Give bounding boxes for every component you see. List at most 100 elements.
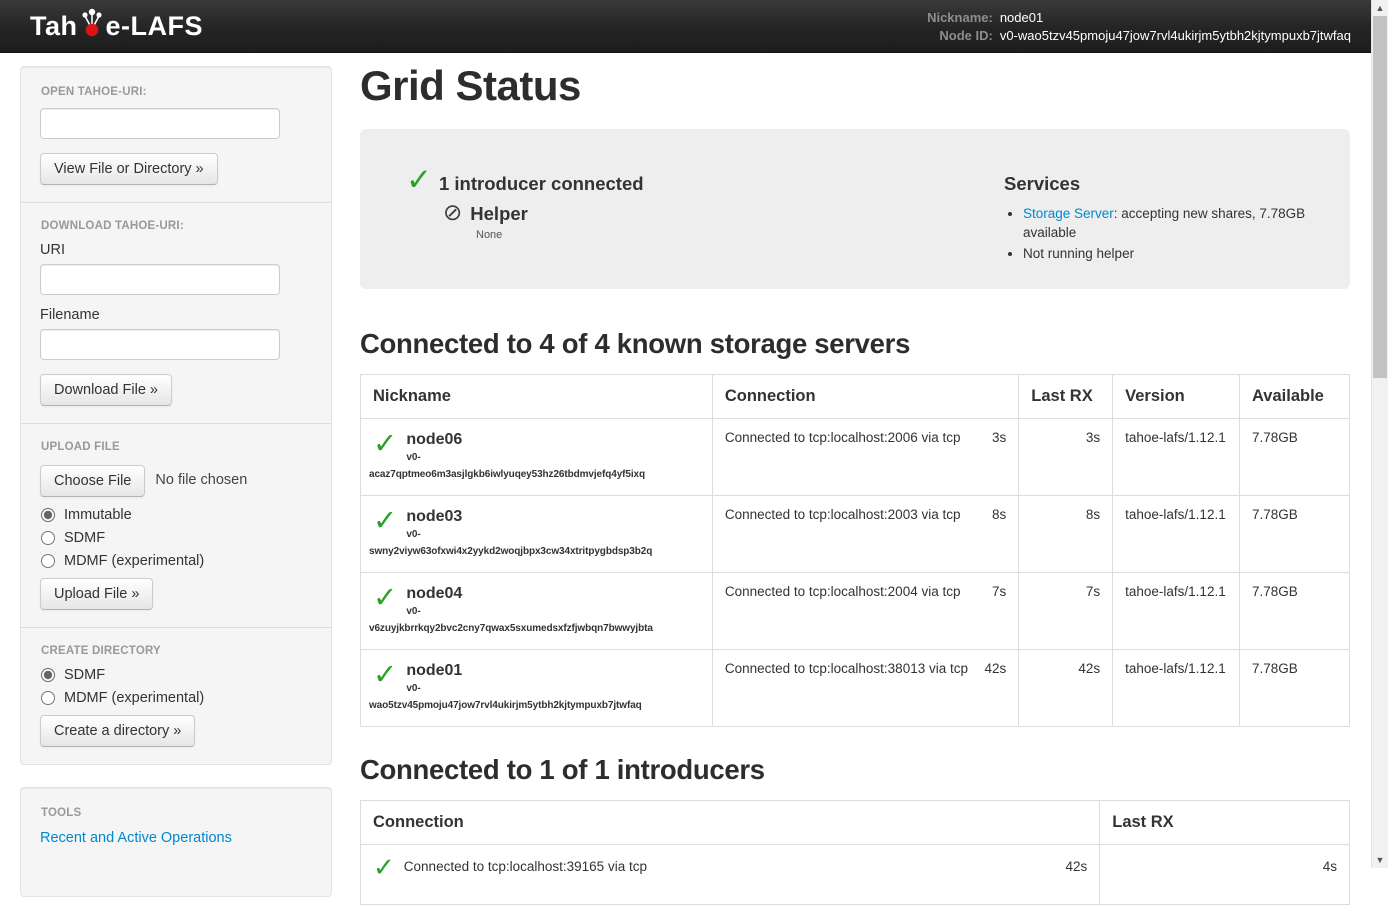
storage-server-link[interactable]: Storage Server (1023, 206, 1114, 221)
introducers-table: Connection Last RX ✓ 42s Connected to tc… (360, 800, 1350, 905)
immutable-radio-label: Immutable (64, 507, 132, 523)
dir-format-option-sdmf[interactable]: SDMF (41, 667, 312, 683)
open-tahoe-uri-label: OPEN TAHOE-URI: (41, 86, 312, 98)
scrollbar-down-arrow[interactable]: ▼ (1372, 855, 1388, 865)
introducer-status-text: 1 introducer connected (439, 173, 644, 195)
server-nickname: node06 (373, 430, 700, 449)
connection-text: Connected to tcp:localhost:39165 via tcp (404, 856, 647, 874)
last-rx-cell: 42s (1019, 650, 1113, 727)
page-title: Grid Status (360, 62, 1350, 110)
connection-text: Connected to tcp:localhost:2003 via tcp (725, 507, 961, 522)
immutable-radio[interactable] (41, 508, 55, 522)
connected-check-icon: ✓ (373, 856, 395, 880)
connection-cell: 8sConnected to tcp:localhost:2003 via tc… (712, 496, 1018, 573)
no-file-chosen-text: No file chosen (155, 472, 247, 488)
scrollbar-up-arrow[interactable]: ▲ (1372, 3, 1388, 13)
sidebar-forms-panel: OPEN TAHOE-URI: View File or Directory »… (20, 66, 332, 765)
col-header-available: Available (1240, 375, 1350, 419)
vertical-scrollbar[interactable]: ▲ ▼ (1371, 0, 1388, 868)
server-id-key: acaz7qptmeo6m3asjlgkb6iwlyuqey53hz26tbdm… (369, 469, 700, 480)
node-id-label: Node ID: (927, 27, 993, 44)
connection-time: 3s (992, 430, 1006, 445)
upload-format-option-sdmf[interactable]: SDMF (41, 530, 312, 546)
server-id-prefix: v0- (373, 529, 700, 540)
col-header-connection: Connection (361, 801, 1100, 845)
tools-panel: TOOLS Recent and Active Operations (20, 787, 332, 897)
server-id-key: v6zuyjkbrrkqy2bvc2cny7qwax5sxumedsxfzfjw… (369, 623, 700, 634)
services-section: Services Storage Server: accepting new s… (1004, 169, 1334, 289)
server-id-prefix: v0- (373, 683, 700, 694)
available-cell: 7.78GB (1240, 496, 1350, 573)
helper-value: None (476, 229, 1004, 241)
server-id-key: swny2viyw63ofxwi4x2yykd2woqjbpx3cw34xtri… (369, 546, 700, 557)
nickname-value: node01 (1000, 9, 1351, 26)
nickname-cell: ✓ node06 v0- acaz7qptmeo6m3asjlgkb6iwlyu… (361, 419, 713, 496)
helper-label: Helper (470, 203, 528, 225)
nickname-cell: ✓ node04 v0- v6zuyjkbrrkqy2bvc2cny7qwax5… (361, 573, 713, 650)
connection-cell: 3s Connected to tcp:localhost:2006 via tc… (712, 419, 1018, 496)
view-file-or-directory-button[interactable]: View File or Directory » (40, 153, 218, 185)
available-cell: 7.78GB (1240, 573, 1350, 650)
tahoe-lafs-logo[interactable]: Tah e-LAFS (30, 11, 203, 42)
sidebar: OPEN TAHOE-URI: View File or Directory »… (20, 66, 332, 897)
services-title: Services (1004, 173, 1334, 195)
connection-text: Connected to tcp:localhost:38013 via tcp (725, 661, 968, 676)
create-directory-button[interactable]: Create a directory » (40, 715, 195, 747)
upload-format-option-mdmf[interactable]: MDMF (experimental) (41, 553, 312, 569)
upload-file-button[interactable]: Upload File » (40, 578, 153, 610)
available-cell: 7.78GB (1240, 650, 1350, 727)
connection-time: 42s (984, 661, 1006, 676)
storage-servers-heading: Connected to 4 of 4 known storage server… (360, 328, 1350, 360)
col-header-version: Version (1113, 375, 1240, 419)
col-header-nickname: Nickname (361, 375, 713, 419)
connection-text: Connected to tcp:localhost:2006 via tcp (725, 430, 961, 445)
available-cell: 7.78GB (1240, 419, 1350, 496)
helper-status-row: ⊘ Helper (443, 202, 1004, 225)
upload-sdmf-radio-label: SDMF (64, 530, 105, 546)
filename-field-label: Filename (40, 307, 312, 323)
choose-file-button[interactable]: Choose File (40, 465, 145, 497)
dir-sdmf-radio[interactable] (41, 668, 55, 682)
storage-server-service-item: Storage Server: accepting new shares, 7.… (1023, 204, 1334, 242)
upload-sdmf-radio[interactable] (41, 531, 55, 545)
download-filename-input[interactable] (40, 329, 280, 360)
dir-format-option-mdmf[interactable]: MDMF (experimental) (41, 690, 312, 706)
sidebar-divider (21, 202, 331, 203)
table-row: ✓ 42s Connected to tcp:localhost:39165 v… (361, 845, 1350, 905)
storage-table-header-row: Nickname Connection Last RX Version Avai… (361, 375, 1350, 419)
last-rx-value: 4s (1323, 856, 1337, 874)
connection-summary: ✓ 1 introducer connected ⊘ Helper None (406, 169, 1004, 289)
connected-check-icon: ✓ (373, 507, 397, 533)
sidebar-divider (21, 627, 331, 628)
scrollbar-thumb[interactable] (1373, 16, 1387, 378)
logo-text-suffix: e-LAFS (106, 11, 204, 42)
uri-field-label: URI (40, 242, 312, 258)
open-tahoe-uri-input[interactable] (40, 108, 280, 139)
col-header-last-rx: Last RX (1100, 801, 1350, 845)
server-nickname: node03 (373, 507, 700, 526)
tools-label: TOOLS (41, 807, 312, 819)
connection-time: 42s (1065, 856, 1087, 874)
server-id-prefix: v0- (373, 452, 700, 463)
sidebar-divider (21, 423, 331, 424)
download-file-button[interactable]: Download File » (40, 374, 172, 406)
col-header-connection: Connection (712, 375, 1018, 419)
table-row: ✓ node01 v0- wao5tzv45pmoju47jow7rvl4uki… (361, 650, 1350, 727)
download-tahoe-uri-label: DOWNLOAD TAHOE-URI: (41, 220, 312, 232)
upload-mdmf-radio[interactable] (41, 554, 55, 568)
dir-mdmf-radio[interactable] (41, 691, 55, 705)
last-rx-cell: 4s (1100, 845, 1350, 905)
file-picker-row: Choose File No file chosen (40, 463, 312, 497)
nickname-label: Nickname: (927, 9, 993, 26)
check-icon: ✓ (406, 169, 432, 191)
server-nickname: node04 (373, 584, 700, 603)
upload-file-label: UPLOAD FILE (41, 441, 312, 453)
download-uri-input[interactable] (40, 264, 280, 295)
last-rx-cell: 3s (1019, 419, 1113, 496)
main-content: Grid Status ✓ 1 introducer connected ⊘ H… (360, 53, 1350, 905)
recent-operations-link[interactable]: Recent and Active Operations (40, 830, 232, 846)
connection-cell: 7sConnected to tcp:localhost:2004 via tc… (712, 573, 1018, 650)
server-id-key: wao5tzv45pmoju47jow7rvl4ukirjm5ytbh2kjty… (369, 700, 700, 711)
upload-mdmf-radio-label: MDMF (experimental) (64, 553, 204, 569)
upload-format-option-immutable[interactable]: Immutable (41, 507, 312, 523)
